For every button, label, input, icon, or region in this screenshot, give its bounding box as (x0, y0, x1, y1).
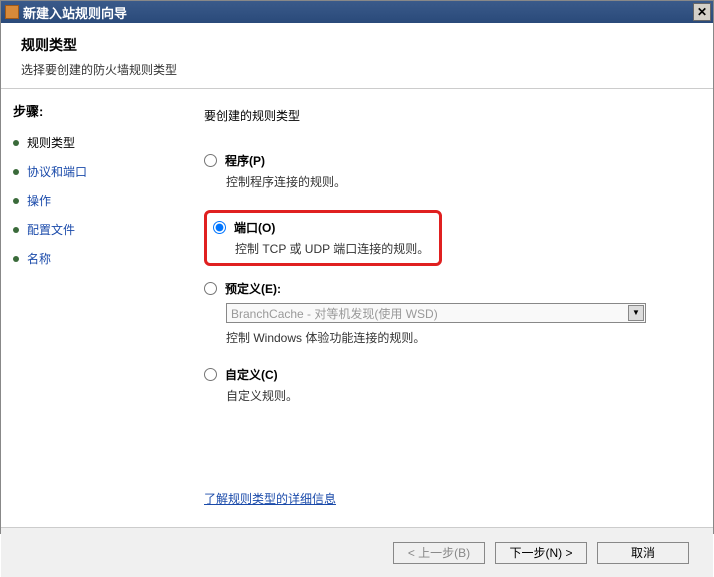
sidebar: 步骤: 规则类型 协议和端口 操作 配置文件 名称 (1, 89, 176, 527)
app-icon (5, 5, 19, 19)
titlebar: 新建入站规则向导 ✕ (1, 1, 713, 23)
next-button[interactable]: 下一步(N) > (495, 542, 587, 564)
bullet-icon (13, 140, 19, 146)
content-area: 要创建的规则类型 程序(P) 控制程序连接的规则。 端口(O) 控制 TCP 或… (176, 89, 713, 527)
radio-custom[interactable] (204, 368, 217, 381)
back-button[interactable]: < 上一步(B) (393, 542, 485, 564)
sidebar-item-label: 协议和端口 (27, 163, 87, 180)
option-predefined: 预定义(E): ▼ 控制 Windows 体验功能连接的规则。 (204, 280, 683, 346)
content-heading: 要创建的规则类型 (204, 107, 683, 124)
sidebar-item-ruletype[interactable]: 规则类型 (13, 134, 168, 151)
highlight-box: 端口(O) 控制 TCP 或 UDP 端口连接的规则。 (204, 210, 442, 266)
header-area: 规则类型 选择要创建的防火墙规则类型 (1, 23, 713, 89)
option-desc: 控制 Windows 体验功能连接的规则。 (226, 329, 683, 346)
sidebar-item-label: 操作 (27, 192, 51, 209)
predefined-dropdown-wrap: ▼ (204, 297, 646, 323)
predefined-dropdown[interactable] (226, 303, 646, 323)
option-port: 端口(O) 控制 TCP 或 UDP 端口连接的规则。 (213, 219, 429, 257)
sidebar-item-label: 规则类型 (27, 134, 75, 151)
sidebar-item-profile[interactable]: 配置文件 (13, 221, 168, 238)
option-desc: 控制 TCP 或 UDP 端口连接的规则。 (235, 240, 429, 257)
bullet-icon (13, 198, 19, 204)
radio-predefined[interactable] (204, 282, 217, 295)
sidebar-item-name[interactable]: 名称 (13, 250, 168, 267)
page-title: 规则类型 (21, 35, 693, 55)
option-custom-row[interactable]: 自定义(C) (204, 366, 683, 383)
wizard-window: 新建入站规则向导 ✕ 规则类型 选择要创建的防火墙规则类型 步骤: 规则类型 协… (0, 0, 714, 534)
sidebar-item-label: 名称 (27, 250, 51, 267)
bullet-icon (13, 256, 19, 262)
radio-port[interactable] (213, 221, 226, 234)
option-label: 自定义(C) (225, 366, 278, 383)
cancel-button[interactable]: 取消 (597, 542, 689, 564)
radio-program[interactable] (204, 154, 217, 167)
option-program-row[interactable]: 程序(P) (204, 152, 683, 169)
bullet-icon (13, 169, 19, 175)
bullet-icon (13, 227, 19, 233)
option-desc: 自定义规则。 (226, 387, 683, 404)
option-label: 端口(O) (234, 219, 275, 236)
option-predefined-row[interactable]: 预定义(E): (204, 280, 683, 297)
window-title: 新建入站规则向导 (23, 3, 127, 22)
option-desc: 控制程序连接的规则。 (226, 173, 683, 190)
sidebar-item-action[interactable]: 操作 (13, 192, 168, 209)
sidebar-header: 步骤: (13, 101, 168, 120)
page-subtitle: 选择要创建的防火墙规则类型 (21, 61, 693, 78)
footer: < 上一步(B) 下一步(N) > 取消 (1, 527, 713, 577)
learn-more-link[interactable]: 了解规则类型的详细信息 (204, 490, 336, 507)
option-custom: 自定义(C) 自定义规则。 (204, 366, 683, 404)
body-area: 步骤: 规则类型 协议和端口 操作 配置文件 名称 要创 (1, 89, 713, 527)
sidebar-item-protocol[interactable]: 协议和端口 (13, 163, 168, 180)
close-button[interactable]: ✕ (693, 3, 711, 21)
option-label: 程序(P) (225, 152, 265, 169)
option-label: 预定义(E): (225, 280, 281, 297)
option-program: 程序(P) 控制程序连接的规则。 (204, 152, 683, 190)
sidebar-item-label: 配置文件 (27, 221, 75, 238)
option-port-row[interactable]: 端口(O) (213, 219, 429, 236)
